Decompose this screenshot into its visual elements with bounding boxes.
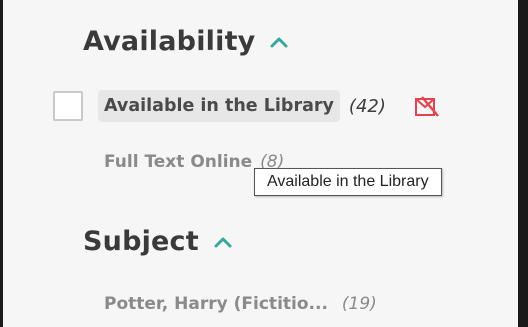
facet-link-full-text-online[interactable]: Full Text Online xyxy=(104,152,252,172)
facet-count: (19) xyxy=(341,294,377,314)
availability-facet-header[interactable]: Availability xyxy=(83,26,289,57)
availability-facet-title: Availability xyxy=(83,26,256,57)
chevron-up-icon[interactable] xyxy=(269,35,289,49)
facet-item-potter-harry[interactable]: Potter, Harry (Fictitio... (19) xyxy=(104,294,377,314)
facet-checkbox[interactable] xyxy=(53,91,83,121)
tooltip: Available in the Library xyxy=(254,168,442,196)
subject-facet-header[interactable]: Subject xyxy=(83,226,233,257)
subject-facet-title: Subject xyxy=(83,226,199,257)
facet-link-available-in-library[interactable]: Available in the Library xyxy=(98,90,340,122)
facet-count: (42) xyxy=(348,95,386,117)
exclude-facet-icon[interactable] xyxy=(414,94,440,118)
facet-panel: Availability Available in the Library (4… xyxy=(0,0,528,327)
facet-link-potter-harry[interactable]: Potter, Harry (Fictitio... xyxy=(104,294,328,314)
chevron-up-icon[interactable] xyxy=(213,235,233,249)
facet-item-available-in-library: Available in the Library (42) xyxy=(53,90,440,122)
